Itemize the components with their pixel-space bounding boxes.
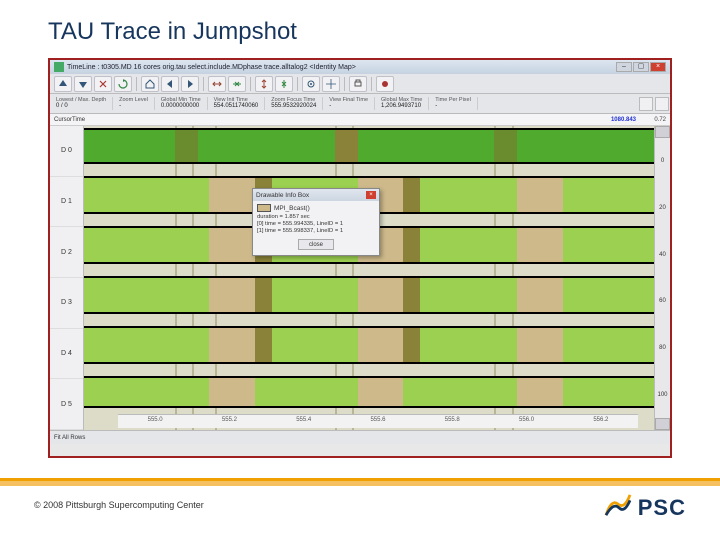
ylabel[interactable]: D 5 xyxy=(50,379,83,430)
popup-title: Drawable Info Box xyxy=(256,192,366,199)
titlebar[interactable]: TimeLine : t0305.MD 16 cores orig.tau se… xyxy=(50,60,670,74)
window-title: TimeLine : t0305.MD 16 cores orig.tau se… xyxy=(67,64,616,71)
cursor-value: 1080.843 xyxy=(611,117,636,123)
ylabel[interactable]: D 3 xyxy=(50,278,83,329)
psc-mark-icon xyxy=(604,493,632,522)
home-icon[interactable] xyxy=(141,76,159,92)
info-button-2[interactable] xyxy=(655,97,669,111)
category-swatch xyxy=(257,204,271,212)
timeline-main: D 0 D 1 D 2 D 3 D 4 D 5 xyxy=(50,126,670,430)
zoom-in-v-icon[interactable] xyxy=(275,76,293,92)
cut-icon[interactable] xyxy=(94,76,112,92)
jumpshot-window: TimeLine : t0305.MD 16 cores orig.tau se… xyxy=(48,58,672,458)
maximize-button[interactable]: ▢ xyxy=(633,62,649,72)
zoom-out-v-icon[interactable] xyxy=(255,76,273,92)
slide-divider xyxy=(0,478,720,486)
popup-line: duration = 1.857 sec xyxy=(257,214,375,221)
drawable-info-popup[interactable]: Drawable Info Box × MPI_Bcast() duration… xyxy=(252,188,380,256)
info-button-1[interactable] xyxy=(639,97,653,111)
print-icon[interactable] xyxy=(349,76,367,92)
minimize-button[interactable]: – xyxy=(616,62,632,72)
popup-titlebar[interactable]: Drawable Info Box × xyxy=(253,189,379,201)
info-bar: Lowest / Max. Depth0 / 0 Zoom Level- Glo… xyxy=(50,94,670,114)
crosshair-icon[interactable] xyxy=(322,76,340,92)
psc-text: PSC xyxy=(638,495,686,521)
toolbar xyxy=(50,74,670,94)
ylabel[interactable]: D 2 xyxy=(50,227,83,278)
forward-icon[interactable] xyxy=(181,76,199,92)
popup-line: [0] time = 555.994335, LineID = 1 xyxy=(257,221,375,228)
status-bar: Fit All Rows xyxy=(50,430,670,444)
cursor-bar: CursorTime 1080.843 0.72 xyxy=(50,114,670,126)
x-axis: 555.0 555.2 555.4 555.6 555.8 556.0 556.… xyxy=(118,414,638,428)
copyright: © 2008 Pittsburgh Supercomputing Center xyxy=(34,500,204,510)
category-name: MPI_Bcast() xyxy=(274,205,310,212)
close-button[interactable]: × xyxy=(650,62,666,72)
zoom-out-h-icon[interactable] xyxy=(208,76,226,92)
marker-icon[interactable] xyxy=(376,76,394,92)
popup-line: [1] time = 555.998337, LineID = 1 xyxy=(257,228,375,235)
status-fit: Fit All Rows xyxy=(54,435,85,441)
scroll-down-icon[interactable] xyxy=(655,418,670,430)
scroll-up-icon[interactable] xyxy=(655,126,670,138)
ylabel[interactable]: D 0 xyxy=(50,126,83,177)
timeline-canvas[interactable]: 555.0 555.2 555.4 555.6 555.8 556.0 556.… xyxy=(84,126,654,430)
ylabel[interactable]: D 1 xyxy=(50,177,83,228)
popup-close-button[interactable]: close xyxy=(298,239,334,250)
up-icon[interactable] xyxy=(54,76,72,92)
refresh-icon[interactable] xyxy=(114,76,132,92)
zoom-in-h-icon[interactable] xyxy=(228,76,246,92)
psc-logo: PSC xyxy=(604,493,686,522)
target-icon[interactable] xyxy=(302,76,320,92)
popup-close-icon[interactable]: × xyxy=(366,191,376,199)
right-ruler[interactable]: 0 20 40 60 80 100 xyxy=(654,126,670,430)
y-axis-labels: D 0 D 1 D 2 D 3 D 4 D 5 xyxy=(50,126,84,430)
slide-title: TAU Trace in Jumpshot xyxy=(48,18,297,46)
cursor-label: CursorTime xyxy=(54,117,85,123)
ylabel[interactable]: D 4 xyxy=(50,329,83,380)
back-icon[interactable] xyxy=(161,76,179,92)
down-icon[interactable] xyxy=(74,76,92,92)
app-icon xyxy=(54,62,64,72)
